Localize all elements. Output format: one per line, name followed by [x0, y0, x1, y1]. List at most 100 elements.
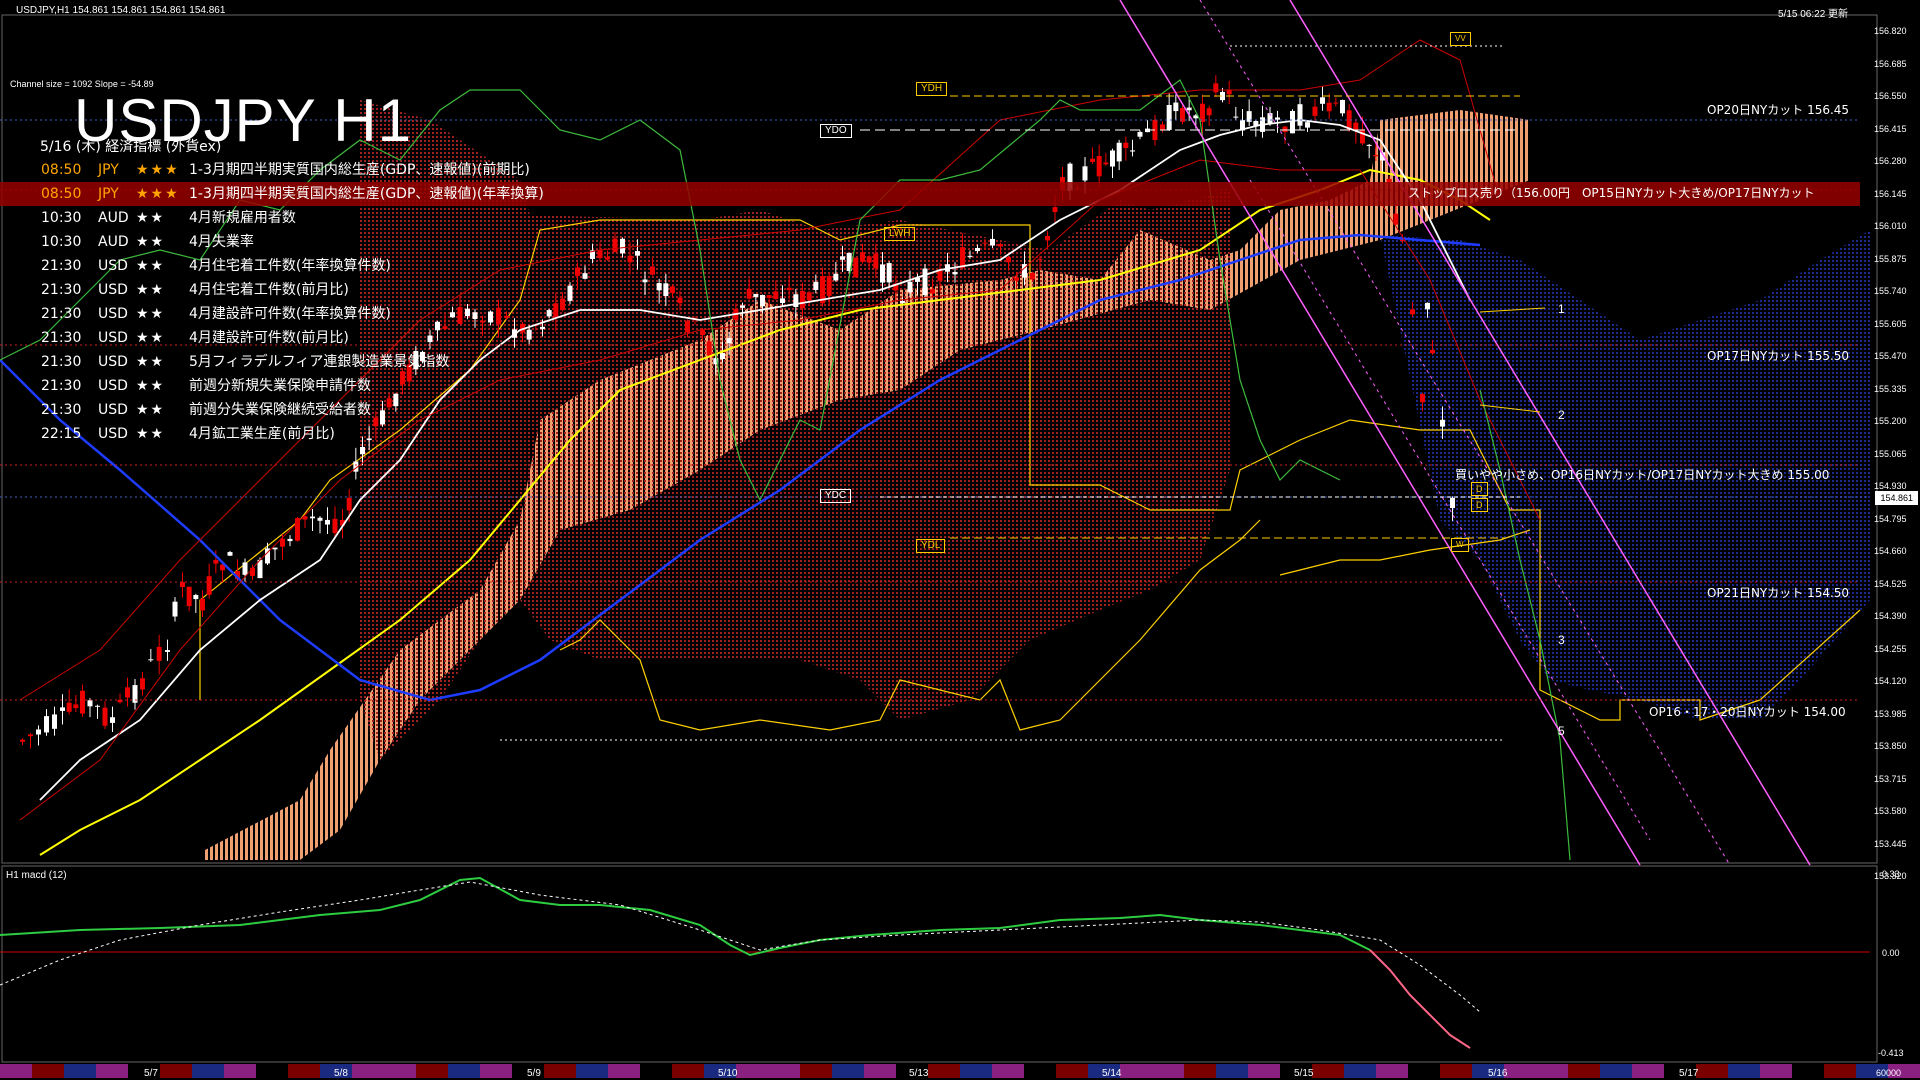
event-ccy: USD: [98, 378, 128, 394]
candle-body: [1290, 110, 1295, 134]
candle-body: [20, 739, 25, 742]
price-tick: 154.660: [1874, 546, 1907, 556]
event-time: 21:30: [41, 354, 82, 370]
candle-body: [1326, 102, 1332, 112]
event-name: 4月失業率: [189, 234, 254, 250]
price-tick: 155.605: [1874, 318, 1907, 329]
candle-body: [310, 516, 315, 519]
candle-body: [1366, 144, 1372, 146]
date-tick: 5/10: [718, 1068, 738, 1079]
candle-body: [1200, 103, 1205, 123]
candle-body: [1450, 497, 1455, 509]
event-ccy: USD: [98, 258, 128, 274]
candle-body: [180, 582, 185, 588]
candle-body: [1123, 142, 1129, 149]
candle-body: [1282, 126, 1288, 133]
candle-body: [332, 518, 338, 534]
macd-signal: [0, 881, 1481, 1013]
event-row: 21:30 USD ★★ 前週分失業保険継続受給者数: [0, 398, 1860, 422]
macd-label: H1 macd (12): [6, 870, 67, 881]
candle-body: [1320, 97, 1325, 104]
session-strip-block: [1120, 1064, 1152, 1078]
session-strip-block: [1152, 1064, 1184, 1078]
event-name: 4月鉱工業生産(前月比): [189, 426, 335, 442]
session-strip-block: [64, 1064, 96, 1078]
op-label-156-45: OP20日NYカット 156.45: [1707, 103, 1850, 117]
event-stars: ★★: [136, 354, 166, 370]
event-row: 21:30 USD ★★ 5月フィラデルフィア連銀製造業景気指数: [0, 350, 1860, 374]
ydh-box: YDH: [916, 82, 948, 96]
date-tick: 5/15: [1294, 1068, 1314, 1079]
candle-body: [102, 707, 108, 726]
macd-panel-frame: [1, 865, 1878, 1063]
candle-body: [1206, 108, 1212, 116]
price-tick: 153.985: [1874, 708, 1907, 719]
candle-body: [1360, 129, 1365, 144]
session-strip-block: [608, 1064, 640, 1078]
session-strip-block: [1312, 1064, 1344, 1078]
event-stars: ★★: [136, 210, 166, 226]
d-box-1: D: [1471, 482, 1488, 496]
candle-body: [325, 519, 330, 525]
session-strip-block: [1440, 1064, 1472, 1078]
event-stars: ★★: [136, 306, 166, 322]
session-strip-block: [1760, 1064, 1792, 1078]
candle-body: [52, 714, 57, 729]
session-strip-block: [992, 1064, 1024, 1078]
candle-body: [295, 518, 300, 541]
candle-body: [272, 547, 278, 550]
session-strip-block: [672, 1064, 704, 1078]
wave-1-label: 1: [1558, 302, 1565, 316]
event-name: 1-3月期四半期実質国内総生産(GDP、速報値)(年率換算): [189, 186, 544, 202]
event-name: 前週分失業保険継続受給者数: [189, 402, 371, 418]
candle-body: [1130, 150, 1135, 152]
candle-body: [206, 576, 212, 595]
event-row: 21:30 USD ★★ 4月住宅着工件数(年率換算件数): [0, 254, 1860, 278]
event-name: 4月建設許可件数(前月比): [189, 330, 349, 346]
candle-body: [95, 705, 100, 707]
ydo-box: YDO: [820, 124, 852, 138]
candle-body: [125, 687, 130, 698]
ydl-box: YDL: [916, 539, 946, 553]
candle-body: [1373, 155, 1379, 157]
event-name: 1-3月期四半期実質国内総生産(GDP、速報値)(前期比): [189, 162, 530, 178]
session-strip-block: [1344, 1064, 1376, 1078]
session-strip-block: [1728, 1064, 1760, 1078]
session-strip-block: [1184, 1064, 1216, 1078]
event-name: 4月住宅着工件数(年率換算件数): [189, 258, 391, 274]
symbol-info: USDJPY,H1 154.861 154.861 154.861 154.86…: [16, 5, 226, 16]
event-name: 4月住宅着工件数(前月比): [189, 282, 349, 298]
calendar-subtitle: 5/16 (木) 経済指標 (外貨ex): [40, 139, 222, 155]
candle-body: [1297, 104, 1303, 126]
candle-body: [1173, 102, 1179, 112]
event-time: 21:30: [41, 258, 82, 274]
candle-body: [360, 446, 365, 455]
wave-5-label: 5: [1558, 724, 1565, 738]
wave-2-label: 2: [1558, 408, 1565, 422]
price-tick: 153.580: [1874, 806, 1907, 816]
event-row: 21:30 USD ★★ 4月建設許可件数(前月比): [0, 326, 1860, 350]
candle-body: [110, 717, 115, 723]
macd-top-value: 0.33: [1882, 869, 1900, 879]
price-tick: 156.415: [1874, 123, 1907, 134]
candle-body: [60, 707, 65, 711]
price-tick: 154.525: [1874, 578, 1907, 589]
event-row: 21:30 USD ★★ 4月住宅着工件数(前月比): [0, 278, 1860, 302]
event-name: 4月新規雇用者数: [189, 210, 296, 226]
candle-body: [213, 560, 219, 564]
session-strip-block: [1696, 1064, 1728, 1078]
candle-body: [1226, 89, 1232, 95]
session-strip-block: [480, 1064, 512, 1078]
price-tick: 156.685: [1874, 58, 1907, 69]
candle-body: [1275, 117, 1280, 120]
event-time: 21:30: [41, 306, 82, 322]
date-tick: 5/7: [144, 1068, 158, 1079]
session-strip-block: [1568, 1064, 1600, 1078]
event-row: 21:30 USD ★★ 4月建設許可件数(年率換算件数): [0, 302, 1860, 326]
candle-body: [1353, 122, 1359, 130]
event-stars: ★★: [136, 282, 166, 298]
event-time: 08:50: [41, 186, 82, 202]
economic-calendar: 08:50 JPY ★★★ 1-3月期四半期実質国内総生産(GDP、速報値)(前期比)…: [0, 158, 1860, 446]
event-ccy: USD: [98, 330, 128, 346]
event-row: 22:15 USD ★★ 4月鉱工業生産(前月比): [0, 422, 1860, 446]
